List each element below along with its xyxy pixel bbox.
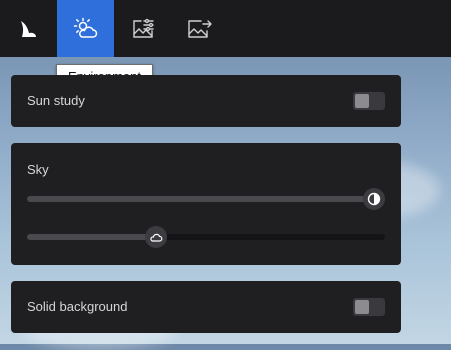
solid-background-toggle[interactable] xyxy=(353,298,385,316)
tab-export-image[interactable] xyxy=(171,0,228,57)
toggle-knob xyxy=(355,300,369,314)
solid-background-label: Solid background xyxy=(27,299,128,314)
tab-image-settings[interactable] xyxy=(114,0,171,57)
image-settings-icon xyxy=(132,18,154,38)
tab-environment[interactable] xyxy=(57,0,114,57)
environment-icon xyxy=(73,17,97,38)
sky-label: Sky xyxy=(27,162,49,177)
toggle-knob xyxy=(355,94,369,108)
slider-fill xyxy=(27,196,375,202)
sky-cloudiness-thumb[interactable] xyxy=(144,226,167,248)
logo-button[interactable] xyxy=(0,0,57,57)
sky-cloudiness-slider[interactable] xyxy=(27,226,385,248)
export-image-icon xyxy=(187,19,212,38)
sky-brightness-slider[interactable] xyxy=(27,188,386,210)
sun-study-toggle[interactable] xyxy=(353,92,385,110)
sky-brightness-thumb[interactable] xyxy=(363,188,386,210)
sun-study-panel: Sun study xyxy=(11,75,401,127)
sky-panel: Sky xyxy=(11,143,401,265)
sun-study-label: Sun study xyxy=(27,93,85,108)
top-toolbar xyxy=(0,0,451,57)
logo-icon xyxy=(20,20,36,37)
cloud-icon xyxy=(150,233,163,242)
slider-fill xyxy=(27,234,156,240)
contrast-icon xyxy=(368,192,381,206)
solid-background-panel: Solid background xyxy=(11,281,401,333)
